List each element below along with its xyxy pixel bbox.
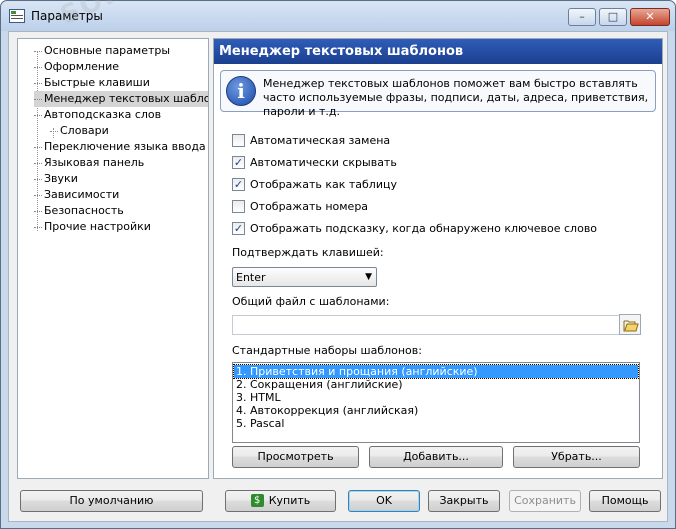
checkbox-box[interactable]	[232, 199, 245, 213]
tree-item-label: Зависимости	[44, 188, 120, 201]
checkbox-show-table[interactable]: ✓ Отображать как таблицу	[232, 177, 397, 194]
checkbox-box[interactable]: ✓	[232, 155, 245, 169]
confirm-key-select[interactable]: Enter ▼	[232, 267, 377, 287]
tree-item-appearance[interactable]: Оформление	[34, 59, 119, 75]
list-item[interactable]: 2. Сокращения (английские)	[234, 378, 638, 391]
browse-folder-button[interactable]	[619, 314, 641, 335]
tree-item-dependencies[interactable]: Зависимости	[34, 187, 119, 203]
checkbox-auto-replace[interactable]: Автоматическая замена	[232, 133, 391, 150]
template-sets-list[interactable]: 1. Приветствия и прощания (английские) 2…	[232, 362, 640, 443]
minimize-button[interactable]: –	[568, 8, 596, 26]
checkbox-label: Отображать как таблицу	[250, 178, 397, 191]
view-button[interactable]: Просмотреть	[232, 446, 359, 468]
tree-item-sounds[interactable]: Звуки	[34, 171, 78, 187]
panel-title: Менеджер текстовых шаблонов	[214, 39, 662, 64]
tree-item-label: Языковая панель	[44, 156, 145, 169]
dollar-icon: $	[250, 493, 264, 507]
help-button[interactable]: Помощь	[589, 490, 661, 512]
buy-button[interactable]: $ Купить	[225, 490, 336, 512]
title-bar[interactable]: Параметры SOFTPORTAL – □ ✕	[1, 0, 675, 31]
settings-tree[interactable]: Основные параметры Оформление Быстрые кл…	[17, 38, 209, 479]
settings-panel: Менеджер текстовых шаблонов i Менеджер т…	[213, 38, 663, 479]
template-sets-label: Стандартные наборы шаблонов:	[232, 344, 422, 357]
tree-item-template-manager[interactable]: Менеджер текстовых шаблонов	[34, 91, 208, 107]
open-folder-icon	[623, 320, 639, 332]
checkbox-label: Отображать подсказку, когда обнаружено к…	[250, 222, 598, 235]
tree-item-autocomplete[interactable]: Автоподсказка слов	[34, 107, 161, 123]
client-area: Основные параметры Оформление Быстрые кл…	[8, 31, 668, 522]
tree-item-label: Безопасность	[44, 204, 124, 217]
add-button[interactable]: Добавить...	[369, 446, 503, 468]
tree-item-security[interactable]: Безопасность	[34, 203, 124, 219]
shared-file-input[interactable]	[232, 315, 640, 335]
checkbox-show-numbers[interactable]: Отображать номера	[232, 199, 369, 216]
checkbox-label: Отображать номера	[250, 200, 369, 213]
ok-button[interactable]: OK	[348, 490, 420, 512]
options-window: Параметры SOFTPORTAL – □ ✕ Основные пара…	[0, 0, 676, 529]
checkbox-show-hint[interactable]: ✓ Отображать подсказку, когда обнаружено …	[232, 221, 598, 238]
save-button[interactable]: Сохранить	[509, 490, 581, 512]
info-box: i Менеджер текстовых шаблонов поможет ва…	[220, 70, 656, 118]
tree-item-label: Автоподсказка слов	[44, 108, 162, 121]
close-window-button[interactable]: ✕	[630, 8, 670, 26]
close-button[interactable]: Закрыть	[428, 490, 500, 512]
confirm-key-label: Подтверждать клавишей:	[232, 246, 384, 259]
tree-item-language-switch[interactable]: Переключение языка ввода	[34, 139, 206, 155]
tree-item-dictionaries[interactable]: Словари	[50, 123, 109, 139]
tree-item-label: Менеджер текстовых шаблонов	[44, 92, 208, 105]
window-title: Параметры	[31, 9, 103, 23]
defaults-button[interactable]: По умолчанию	[20, 490, 203, 512]
list-item[interactable]: 3. HTML	[234, 391, 638, 404]
checkbox-label: Автоматически скрывать	[250, 156, 397, 169]
tree-item-language-bar[interactable]: Языковая панель	[34, 155, 144, 171]
list-item[interactable]: 1. Приветствия и прощания (английские)	[233, 364, 639, 379]
remove-button[interactable]: Убрать...	[513, 446, 640, 468]
info-text: Менеджер текстовых шаблонов поможет вам …	[263, 77, 649, 118]
tree-item-label: Переключение языка ввода	[44, 140, 206, 153]
tree-item-hotkeys[interactable]: Быстрые клавиши	[34, 75, 150, 91]
tree-item-label: Оформление	[44, 60, 119, 73]
confirm-key-value: Enter	[236, 271, 266, 284]
tree-item-label: Звуки	[44, 172, 78, 185]
info-icon: i	[226, 76, 256, 106]
shared-file-label: Общий файл с шаблонами:	[232, 295, 390, 308]
app-icon	[9, 9, 25, 23]
checkbox-box[interactable]: ✓	[232, 177, 245, 191]
tree-item-label: Основные параметры	[44, 44, 171, 57]
maximize-button[interactable]: □	[599, 8, 627, 26]
list-item[interactable]: 4. Автокоррекция (английская)	[234, 404, 638, 417]
list-item[interactable]: 5. Pascal	[234, 417, 638, 430]
tree-item-label: Прочие настройки	[44, 220, 151, 233]
tree-item-main[interactable]: Основные параметры	[34, 43, 170, 59]
tree-item-label: Словари	[60, 124, 109, 137]
checkbox-box[interactable]	[232, 133, 245, 147]
chevron-down-icon: ▼	[365, 272, 372, 282]
tree-item-other[interactable]: Прочие настройки	[34, 219, 151, 235]
tree-item-label: Быстрые клавиши	[44, 76, 150, 89]
checkbox-box[interactable]: ✓	[232, 221, 245, 235]
checkbox-auto-hide[interactable]: ✓ Автоматически скрывать	[232, 155, 397, 172]
buy-button-label: Купить	[268, 494, 311, 507]
checkbox-label: Автоматическая замена	[250, 134, 391, 147]
